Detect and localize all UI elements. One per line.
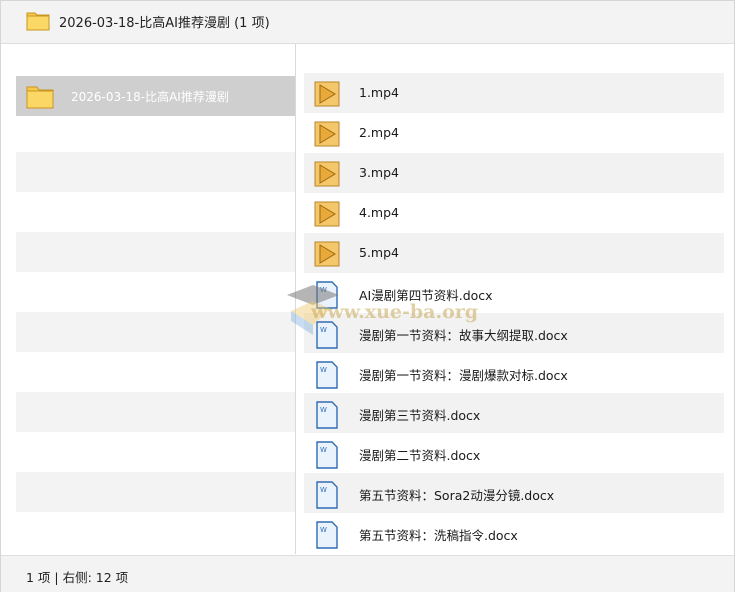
empty-row (16, 232, 295, 272)
folder-tree-item[interactable]: 2026-03-18-比高AI推荐漫剧 (16, 76, 295, 116)
empty-row (16, 472, 295, 512)
docx-file-icon: W (314, 281, 340, 313)
docx-file-icon: W (314, 401, 340, 433)
file-row[interactable]: 4.mp4 (304, 193, 724, 233)
empty-row (16, 392, 295, 432)
svg-text:W: W (320, 526, 327, 534)
folder-icon (26, 9, 50, 35)
file-list-pane: 1.mp4 2.mp4 3.mp4 4.mp4 5.mp4 W AI漫剧第四节资… (296, 44, 734, 554)
status-text: 1 项 | 右侧: 12 项 (26, 570, 129, 585)
file-row[interactable]: W 漫剧第三节资料.docx (304, 393, 724, 433)
file-name: 漫剧第一节资料：漫剧爆款对标.docx (359, 368, 568, 383)
svg-text:W: W (320, 286, 327, 294)
file-row[interactable]: W 漫剧第一节资料：漫剧爆款对标.docx (304, 353, 724, 393)
docx-file-icon: W (314, 441, 340, 473)
empty-row (16, 152, 295, 192)
file-row[interactable]: W 漫剧第二节资料.docx (304, 433, 724, 473)
video-file-icon (314, 241, 340, 271)
file-name: 5.mp4 (359, 245, 399, 260)
svg-text:W: W (320, 446, 327, 454)
file-name: 第五节资料：洗稿指令.docx (359, 528, 518, 543)
folder-icon (26, 83, 54, 113)
svg-text:W: W (320, 326, 327, 334)
video-file-icon (314, 201, 340, 231)
status-bar: 1 项 | 右侧: 12 项 (1, 555, 734, 592)
file-row[interactable]: 5.mp4 (304, 233, 724, 273)
title-bar: 2026-03-18-比高AI推荐漫剧 (1 项) (1, 1, 734, 44)
window-title: 2026-03-18-比高AI推荐漫剧 (1 项) (59, 16, 270, 31)
svg-text:W: W (320, 366, 327, 374)
file-name: 漫剧第一节资料：故事大纲提取.docx (359, 328, 568, 343)
folder-tree-pane[interactable]: 2026-03-18-比高AI推荐漫剧 (1, 44, 295, 554)
empty-row (16, 312, 295, 352)
folder-tree-item-label: 2026-03-18-比高AI推荐漫剧 (71, 90, 229, 104)
docx-file-icon: W (314, 521, 340, 553)
file-row[interactable]: 2.mp4 (304, 113, 724, 153)
file-name: 1.mp4 (359, 85, 399, 100)
video-file-icon (314, 161, 340, 191)
video-file-icon (314, 81, 340, 111)
docx-file-icon: W (314, 321, 340, 353)
file-row[interactable]: W AI漫剧第四节资料.docx (304, 273, 724, 313)
file-row[interactable]: W 漫剧第一节资料：故事大纲提取.docx (304, 313, 724, 353)
file-row[interactable]: W 第五节资料：洗稿指令.docx (304, 513, 724, 553)
file-row[interactable]: 1.mp4 (304, 73, 724, 113)
file-name: 第五节资料：Sora2动漫分镜.docx (359, 488, 555, 503)
svg-text:W: W (320, 486, 327, 494)
file-name: 3.mp4 (359, 165, 399, 180)
file-name: 2.mp4 (359, 125, 399, 140)
docx-file-icon: W (314, 361, 340, 393)
file-row[interactable]: W 第五节资料：Sora2动漫分镜.docx (304, 473, 724, 513)
file-row[interactable]: 3.mp4 (304, 153, 724, 193)
file-name: AI漫剧第四节资料.docx (359, 288, 493, 303)
svg-text:W: W (320, 406, 327, 414)
file-name: 漫剧第三节资料.docx (359, 408, 481, 423)
file-name: 4.mp4 (359, 205, 399, 220)
file-name: 漫剧第二节资料.docx (359, 448, 481, 463)
file-explorer-window: 2026-03-18-比高AI推荐漫剧 (1 项) 2026-03-18-比高A… (0, 0, 735, 592)
docx-file-icon: W (314, 481, 340, 513)
video-file-icon (314, 121, 340, 151)
